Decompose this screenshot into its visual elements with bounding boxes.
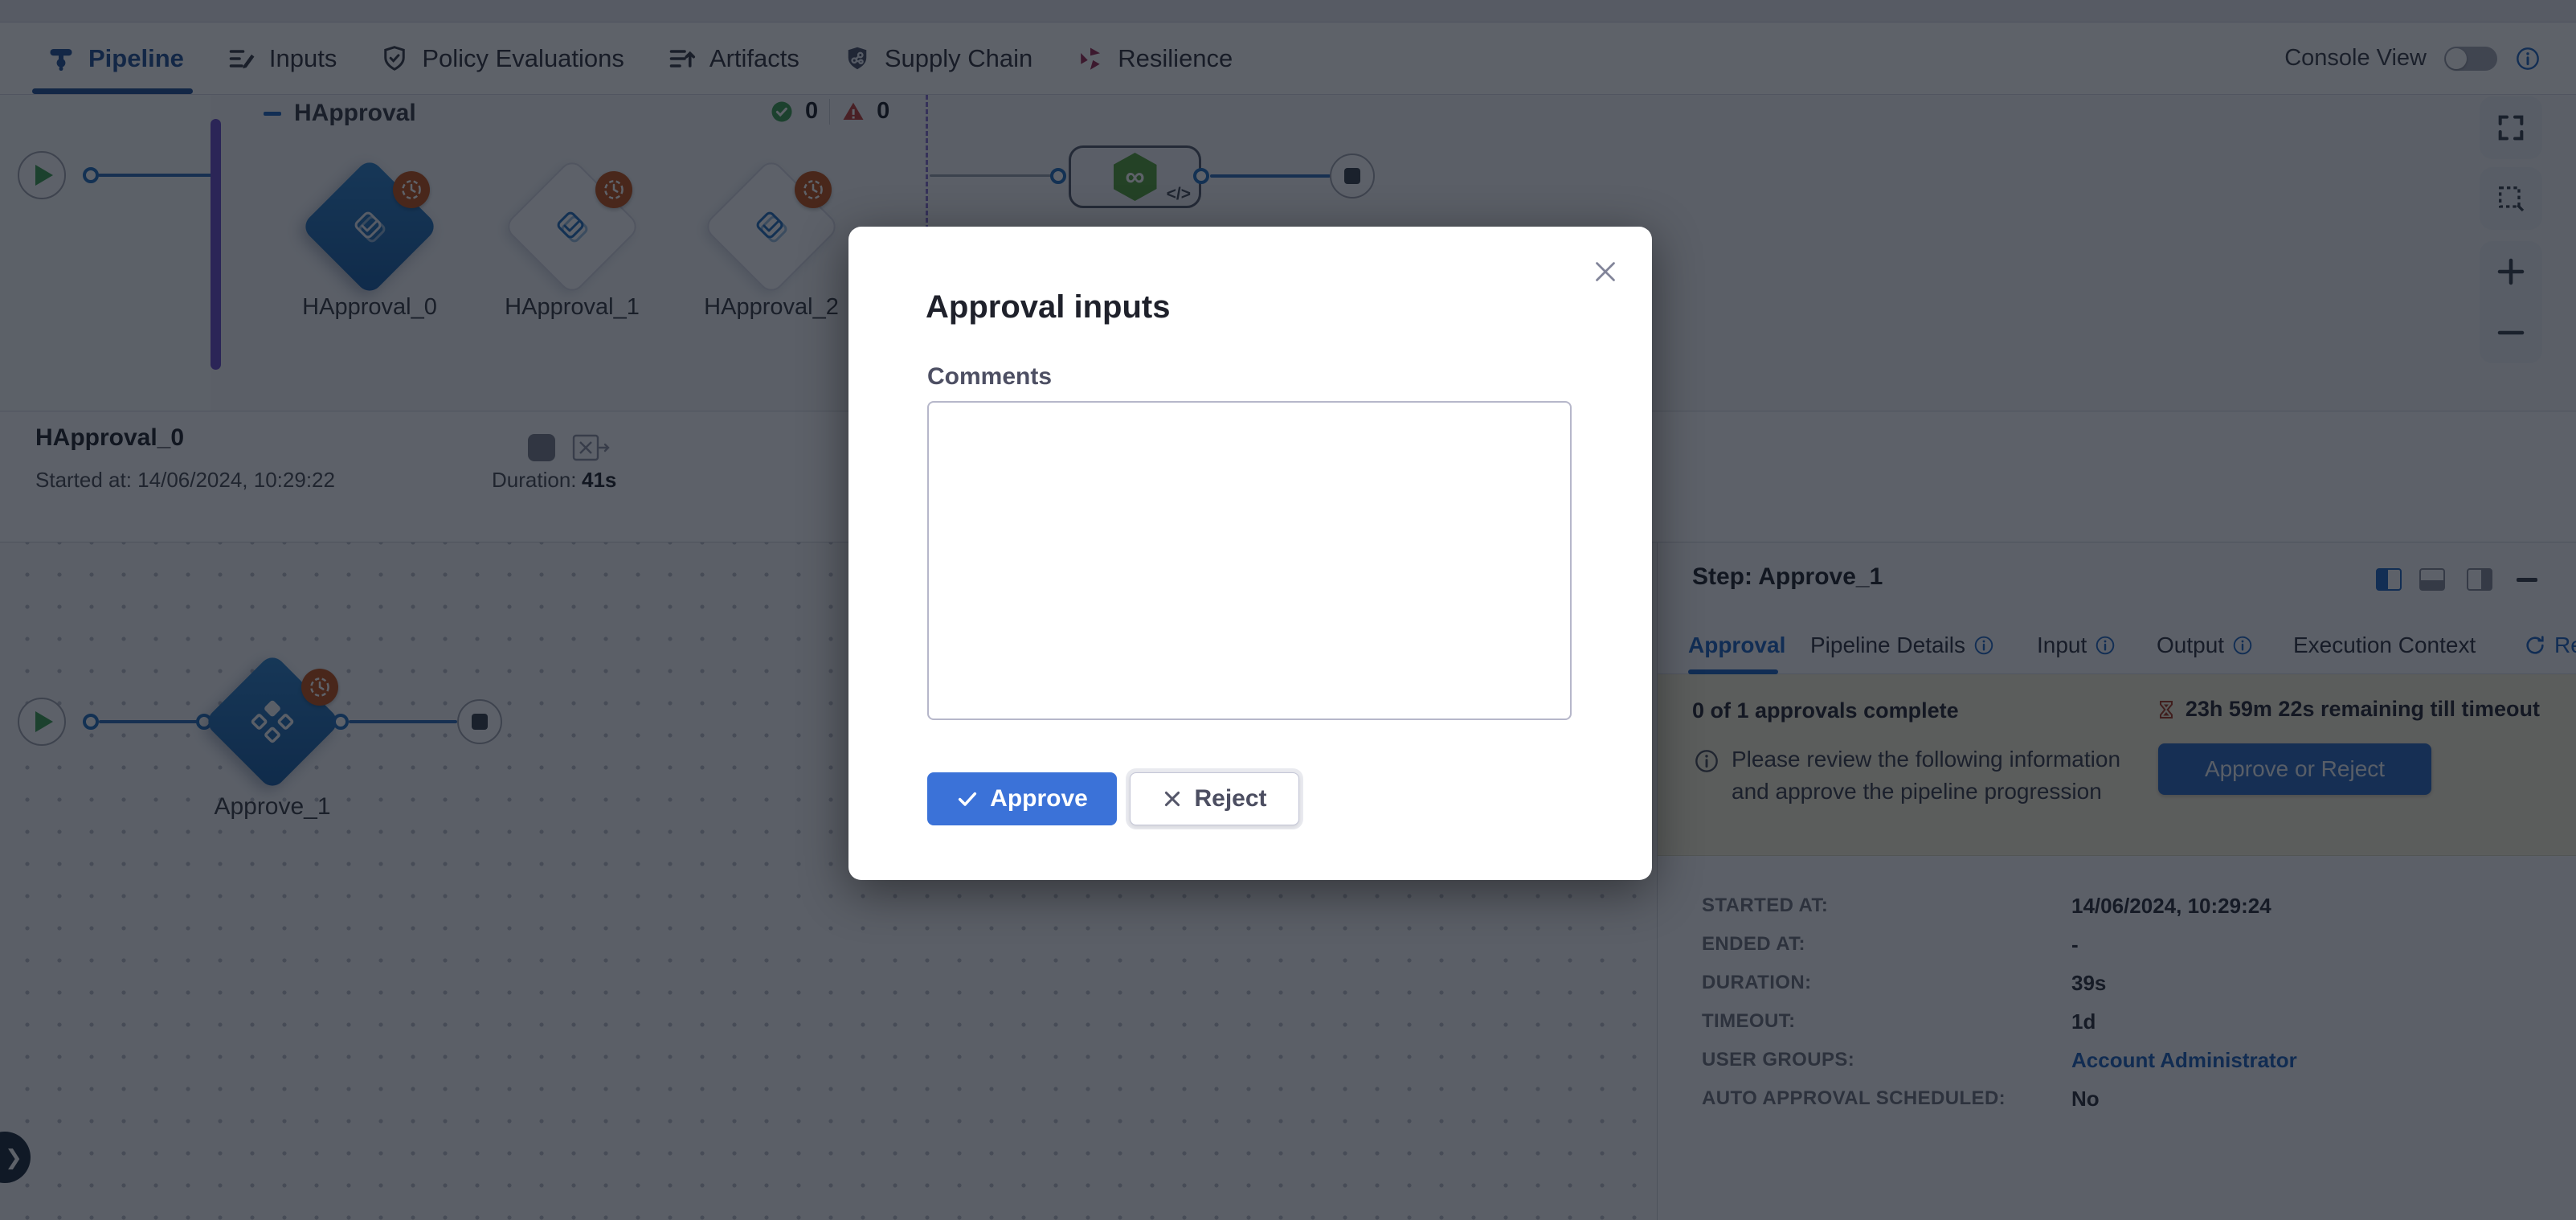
dialog-title: Approval inputs	[926, 289, 1170, 325]
approve-button[interactable]: Approve	[927, 772, 1117, 825]
x-icon	[1162, 788, 1183, 809]
close-icon[interactable]	[1588, 254, 1623, 289]
check-icon	[956, 788, 979, 810]
execution-page: Pipeline Inputs Policy Evaluations Art	[0, 0, 2576, 1220]
reject-button[interactable]: Reject	[1130, 772, 1299, 825]
comments-textarea[interactable]	[927, 401, 1572, 720]
approval-inputs-dialog: Approval inputs Comments Approve Reject	[848, 227, 1652, 880]
dialog-buttons: Approve Reject	[927, 772, 1299, 825]
comments-label: Comments	[927, 363, 1052, 391]
